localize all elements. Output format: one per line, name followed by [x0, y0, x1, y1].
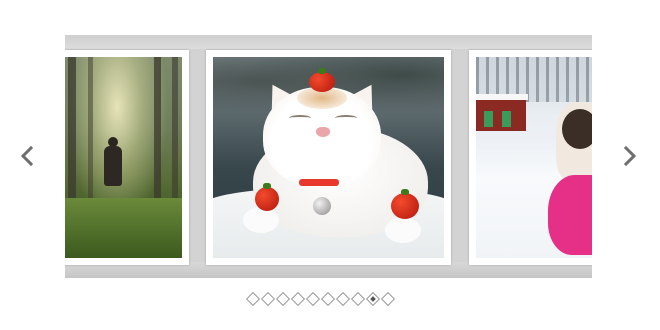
chevron-left-icon	[20, 146, 34, 166]
pagination-dot[interactable]	[275, 291, 291, 307]
cat-with-tomatoes-photo	[213, 57, 444, 258]
pagination-dot[interactable]	[350, 291, 366, 307]
pagination-dot[interactable]	[365, 291, 381, 307]
slide-current[interactable]	[206, 50, 451, 265]
pagination-dot[interactable]	[320, 291, 336, 307]
slide-previous[interactable]	[65, 50, 189, 265]
pagination-dot[interactable]	[245, 291, 261, 307]
snow-cat-photo	[476, 57, 592, 258]
carousel-stage	[65, 35, 592, 278]
pagination-dot[interactable]	[305, 291, 321, 307]
pagination-dot[interactable]	[335, 291, 351, 307]
next-slide-button[interactable]	[618, 143, 642, 169]
chevron-right-icon	[623, 146, 637, 166]
forest-photo	[65, 57, 182, 258]
pagination-dot[interactable]	[260, 291, 276, 307]
previous-slide-button[interactable]	[15, 143, 39, 169]
slide-next[interactable]	[469, 50, 592, 265]
pagination-dot[interactable]	[380, 291, 396, 307]
slide-pagination	[245, 291, 396, 307]
pagination-dot[interactable]	[290, 291, 306, 307]
